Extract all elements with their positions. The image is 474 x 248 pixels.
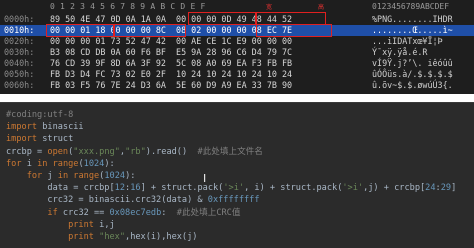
code-token: ):: [125, 171, 136, 181]
width-bytes-highlight: [188, 12, 256, 25]
hex-bytes[interactable]: FB 03 F5 76 7E 24 D3 6A 5E 60 D9 A9 EA 3…: [50, 80, 292, 91]
code-line[interactable]: crc32 = binascii.crc32(data) & 0xfffffff…: [6, 194, 260, 206]
code-token: ,hex(i),hex(j): [125, 232, 198, 242]
code-line[interactable]: import binascii: [6, 121, 84, 133]
code-token: import: [6, 134, 43, 145]
hex-ascii[interactable]: ........Œ.....ì~: [372, 25, 453, 36]
hex-bytes[interactable]: 76 CD 39 9F 8D 6A 3F 92 5C 08 A0 69 EA F…: [50, 58, 292, 69]
code-token: print: [6, 219, 100, 230]
hex-address: 0010h:: [4, 25, 35, 35]
hex-row[interactable]: 0060h: FB 03 F5 76 7E 24 D3 6A 5E 60 D9 A…: [0, 80, 474, 91]
code-line[interactable]: if crc32 == 0x08ec7edb: #此处填上CRC值: [6, 207, 240, 219]
panel-gap: [0, 94, 474, 102]
hex-row[interactable]: 0040h: 76 CD 39 9F 8D 6A 3F 92 5C 08 A0 6…: [0, 58, 474, 69]
code-token: i,j: [99, 219, 115, 230]
code-line[interactable]: print "hex",hex(i),hex(j): [6, 231, 197, 243]
hex-ascii[interactable]: %PNG........IHDR: [372, 14, 453, 25]
code-token: "hex": [99, 232, 126, 242]
code-token: ] + struct.pack(: [140, 183, 224, 194]
code-token: ):: [104, 158, 115, 169]
code-token: 1024: [83, 158, 105, 169]
hex-row[interactable]: 0030h: B3 08 CD DB 0A 60 F6 BF E5 9A 28 9…: [0, 47, 474, 58]
width-value-highlight: [46, 24, 114, 37]
code-token: j: [47, 171, 58, 181]
hex-bytes[interactable]: B3 08 CD DB 0A 60 F6 BF E5 9A 28 96 C6 D…: [50, 47, 292, 58]
code-token: open: [47, 146, 69, 157]
code-token: ]: [451, 183, 457, 194]
code-token: print: [6, 232, 100, 242]
code-token: 29: [440, 183, 452, 194]
code-token: range: [52, 158, 79, 169]
code-line[interactable]: print i,j: [6, 219, 115, 231]
code-editor-panel[interactable]: #coding:utf-8 import binascii import struc…: [0, 102, 474, 248]
hex-ascii[interactable]: ûÓÔüs.à/.$.$.$.$: [372, 69, 453, 80]
hex-address: 0020h:: [4, 36, 35, 46]
code-token: if: [6, 207, 63, 218]
code-token: '>i': [223, 183, 245, 194]
hex-editor-panel[interactable]: 0 1 2 3 4 5 6 7 8 9 A B C D E F 01234567…: [0, 0, 474, 94]
hex-bytes[interactable]: 00 00 00 01 73 52 47 42 00 AE CE 1C E9 0…: [50, 36, 292, 47]
code-line[interactable]: data = crcbp[12:16] + struct.pack('>i', …: [6, 182, 456, 194]
code-token: crcbp =: [6, 146, 48, 157]
crc-bytes-highlight: [256, 24, 332, 37]
hex-ascii[interactable]: Ý¯xÿ.ÿå.é.R: [372, 47, 427, 58]
mouse-ibeam-cursor-icon: I: [203, 172, 207, 185]
code-token: struct: [42, 134, 74, 145]
code-token: ,j) + crcbp[: [363, 183, 426, 194]
hex-address: 0030h:: [4, 47, 35, 57]
hex-bytes[interactable]: FB D3 D4 FC 73 02 E0 2F 10 24 10 24 10 2…: [50, 69, 292, 80]
code-line[interactable]: for j in range(1024):: [6, 170, 136, 182]
code-token: crc32 ==: [62, 207, 110, 218]
hex-ascii[interactable]: vÍ9Ÿ.j?’\. iêóûû: [372, 58, 453, 69]
code-token: 0x08ec7edb: [109, 207, 162, 218]
code-token: '>i': [342, 183, 364, 194]
code-token: :: [161, 207, 177, 218]
code-token: import: [6, 122, 43, 133]
width-annotation: 宽: [266, 4, 273, 11]
code-token: "xxx.png": [73, 146, 120, 157]
code-token: range: [73, 171, 100, 181]
code-token: 0xffffffff: [207, 195, 260, 206]
code-token: in: [37, 158, 53, 169]
code-token: for: [6, 171, 48, 181]
code-token: #此处填上CRC值: [176, 207, 241, 218]
code-token: data = crcbp[: [6, 183, 115, 194]
height-annotation: 高: [318, 4, 325, 11]
hex-row[interactable]: 0050h: FB D3 D4 FC 73 02 E0 2F 10 24 10 2…: [0, 69, 474, 80]
code-token: 1024: [104, 171, 126, 181]
code-token: i: [26, 158, 38, 169]
hex-column-indices: 0 1 2 3 4 5 6 7 8 9 A B C D E F: [50, 2, 206, 11]
hex-ascii[interactable]: ...iIDATxœ¥Ï¦Þ: [372, 36, 443, 47]
height-value-highlight: [114, 24, 186, 37]
code-token: #coding:utf-8: [6, 110, 74, 120]
hex-ascii[interactable]: û.õv~$.$.øwúÚ3{.: [372, 80, 453, 91]
hex-address: 0040h:: [4, 58, 35, 68]
code-token: binascii: [42, 122, 84, 133]
code-line[interactable]: crcbp = open("xxx.png","rb").read() #此处填…: [6, 146, 263, 158]
code-token: 16: [130, 183, 141, 194]
code-token: , i) + struct.pack(: [244, 183, 343, 194]
hex-address: 0050h:: [4, 69, 35, 79]
hex-row[interactable]: 0020h: 00 00 00 01 73 52 47 42 00 AE CE 1…: [0, 36, 474, 47]
code-token: ).read(): [145, 146, 198, 157]
code-token: for: [6, 158, 27, 169]
code-token: in: [57, 171, 74, 181]
code-token: 12: [114, 183, 126, 194]
code-token: 24: [425, 183, 436, 194]
code-line[interactable]: #coding:utf-8: [6, 109, 73, 121]
hex-address: 0000h:: [4, 14, 35, 24]
hex-address: 0060h:: [4, 80, 35, 90]
code-line[interactable]: import struct: [6, 133, 73, 145]
code-token: crc32 = binascii.crc32(data) &: [6, 195, 208, 206]
ascii-column-header: 0123456789ABCDEF: [372, 2, 450, 11]
code-token: #此处填上文件名: [197, 146, 263, 157]
code-line[interactable]: for i in range(1024):: [6, 158, 115, 170]
code-token: "rb": [125, 146, 146, 157]
